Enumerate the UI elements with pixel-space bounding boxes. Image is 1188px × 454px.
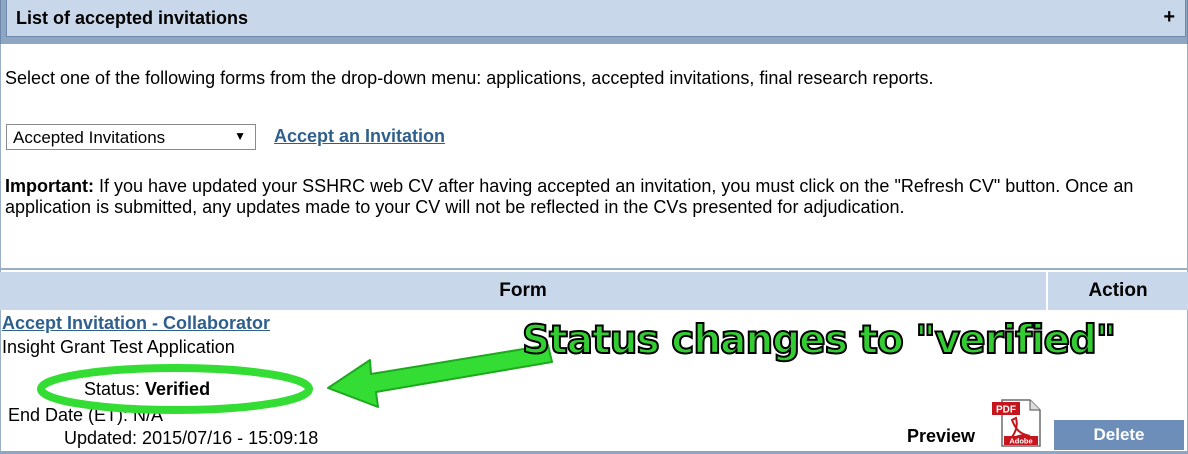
form-type-select[interactable]: Accepted Invitations ▼	[6, 124, 256, 150]
column-header-form-label: Form	[499, 280, 547, 301]
panel-title: List of accepted invitations	[16, 8, 249, 28]
intro-text: Select one of the following forms from t…	[5, 68, 934, 88]
delete-button[interactable]: Delete	[1054, 420, 1184, 450]
end-date-text: End Date (ET): N/A	[8, 405, 164, 425]
pdf-icon[interactable]: PDF Adobe	[990, 396, 1042, 448]
status-line: Status: Verified	[84, 379, 210, 400]
form-type-selected-value: Accepted Invitations	[13, 128, 166, 147]
accept-invitation-link[interactable]: Accept an Invitation	[274, 126, 445, 147]
important-label: Important:	[5, 176, 94, 196]
column-header-form: Form	[0, 272, 1046, 310]
invitation-title-link[interactable]: Accept Invitation - Collaborator	[2, 313, 270, 334]
status-value: Verified	[145, 379, 211, 399]
invitation-subtitle: Insight Grant Test Application	[2, 337, 235, 357]
important-notice: Important: If you have updated your SSHR…	[5, 176, 1180, 218]
preview-link[interactable]: Preview	[907, 426, 975, 447]
status-label: Status:	[84, 379, 146, 399]
table-divider	[0, 268, 1188, 270]
annotation-callout: Status changes to "verified"	[521, 317, 1117, 364]
important-text: If you have updated your SSHRC web CV af…	[5, 176, 1134, 217]
column-header-action-label: Action	[1088, 280, 1148, 301]
expand-toggle-button[interactable]: +	[1163, 6, 1175, 29]
dropdown-arrow-icon: ▼	[234, 129, 246, 143]
pdf-icon-label: PDF	[996, 405, 1016, 416]
panel-header[interactable]: List of accepted invitations +	[6, 0, 1186, 37]
updated-timestamp: Updated: 2015/07/16 - 15:09:18	[64, 428, 319, 448]
column-header-action: Action	[1048, 272, 1188, 310]
adobe-icon-label: Adobe	[1009, 437, 1032, 446]
panel-header-frame: List of accepted invitations +	[0, 0, 1188, 44]
